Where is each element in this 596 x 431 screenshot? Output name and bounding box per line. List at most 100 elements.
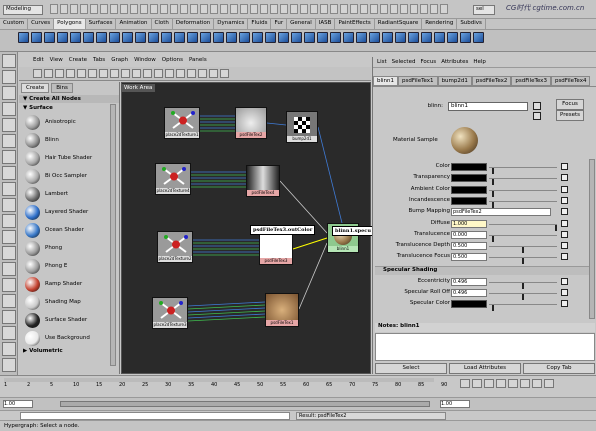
shelf-tool-icon[interactable] (447, 32, 458, 43)
node-list-item[interactable]: Blinn (19, 131, 119, 149)
shelf-tool-icon[interactable] (343, 32, 354, 43)
node-list-item[interactable]: Use Background (19, 329, 119, 347)
hypergraph-tool-icon[interactable] (44, 69, 53, 78)
shelf-tool-icon[interactable] (421, 32, 432, 43)
attr-menu-item[interactable]: Help (473, 59, 486, 65)
tool-button[interactable] (2, 198, 16, 212)
node-list-item[interactable]: Hair Tube Shader (19, 149, 119, 167)
shelf-tab-item[interactable]: General (287, 19, 316, 29)
attr-slider-knob[interactable] (522, 247, 524, 254)
toolbar-icon[interactable] (290, 4, 298, 14)
toolbar-icon[interactable] (70, 4, 78, 14)
mel-input[interactable] (20, 412, 290, 420)
node-list-item[interactable]: Surface Shader (19, 311, 119, 329)
attr-color-swatch[interactable] (451, 163, 487, 171)
shelf-tool-icon[interactable] (83, 32, 94, 43)
attr-color-swatch[interactable] (451, 300, 487, 309)
shelf-tool-icon[interactable] (31, 32, 42, 43)
attr-slider-knob[interactable] (492, 190, 495, 197)
toolbar-icon[interactable] (240, 4, 248, 14)
graph-node-p4[interactable]: place2dTexture3 (152, 297, 188, 329)
attr-slider[interactable] (489, 167, 557, 174)
hypergraph-tool-icon[interactable] (209, 69, 218, 78)
toolbar-icon[interactable] (370, 4, 378, 14)
specular-shading-header[interactable]: Specular Shading (375, 265, 595, 275)
attr-editor-scrollbar[interactable] (589, 159, 595, 319)
shelf-tab-item[interactable]: Dynamics (214, 19, 249, 29)
map-button-icon[interactable] (561, 174, 568, 182)
shelf-tool-icon[interactable] (122, 32, 133, 43)
hypergraph-tool-icon[interactable] (66, 69, 75, 78)
toolbar-icon[interactable] (320, 4, 328, 14)
presets-button[interactable]: Presets (556, 110, 584, 121)
node-list-item[interactable]: Shading Map (19, 293, 119, 311)
tool-button[interactable] (2, 150, 16, 164)
toolbar-icon[interactable] (260, 4, 268, 14)
tool-button[interactable] (2, 294, 16, 308)
hypergraph-menu-item[interactable]: View (50, 57, 63, 67)
shelf-tab-item[interactable]: Curves (28, 19, 55, 29)
toolbar-icon[interactable] (180, 4, 188, 14)
map-button-icon[interactable] (561, 219, 568, 227)
shelf-tool-icon[interactable] (226, 32, 237, 43)
attr-value-field[interactable]: 0.496 (451, 289, 487, 297)
tool-button[interactable] (2, 342, 16, 356)
node-list-item[interactable]: Lambert (19, 185, 119, 203)
toolbar-icon[interactable] (100, 4, 108, 14)
attr-tab[interactable]: psdFileTex3 (511, 76, 551, 86)
attr-text-field[interactable]: psdFileTex2 (451, 208, 551, 217)
hypergraph-tool-icon[interactable] (143, 69, 152, 78)
attr-value-field[interactable]: 0.496 (451, 277, 487, 286)
tool-button[interactable] (2, 102, 16, 116)
attr-slider-knob[interactable] (492, 201, 495, 208)
tool-button[interactable] (2, 246, 16, 260)
tool-button[interactable] (2, 70, 16, 84)
playback-button[interactable] (484, 379, 494, 388)
attr-menu-item[interactable]: Selected (392, 59, 416, 65)
shelf-tab-item[interactable]: Rendering (422, 19, 458, 29)
attr-slider-knob[interactable] (492, 305, 495, 312)
shelf-tool-icon[interactable] (148, 32, 159, 43)
attr-menu-item[interactable]: Focus (420, 59, 436, 65)
toolbar-icon[interactable] (440, 4, 448, 14)
tool-button[interactable] (2, 54, 16, 68)
node-list-item[interactable]: Layered Shader (19, 203, 119, 221)
shelf-tool-icon[interactable] (278, 32, 289, 43)
toolbar-icon[interactable] (160, 4, 168, 14)
tool-button[interactable] (2, 166, 16, 180)
hypergraph-menu-item[interactable]: Options (162, 57, 183, 67)
shelf-tab-item[interactable]: RadiantSquare (375, 19, 423, 29)
toolbar-icon[interactable] (410, 4, 418, 14)
toolbar-icon[interactable] (200, 4, 208, 14)
surface-header[interactable]: ▼ Surface (19, 103, 119, 113)
hypergraph-menu-item[interactable]: Window (134, 57, 156, 67)
attr-value-field[interactable]: 0.000 (451, 230, 487, 239)
shelf-tool-icon[interactable] (109, 32, 120, 43)
presets-icon[interactable] (533, 112, 541, 120)
playback-button[interactable] (520, 379, 530, 388)
toolbar-icon[interactable] (380, 4, 388, 14)
attr-slider-knob[interactable] (522, 258, 524, 265)
attr-slider-knob[interactable] (522, 294, 524, 300)
tool-button[interactable] (2, 134, 16, 148)
shelf-tool-icon[interactable] (70, 32, 81, 43)
hypergraph-tool-icon[interactable] (187, 69, 196, 78)
shelf-tool-icon[interactable] (395, 32, 406, 43)
shelf-tab-item[interactable]: Custom (0, 19, 29, 29)
shelf-tool-icon[interactable] (200, 32, 211, 43)
toolbar-icon[interactable] (300, 4, 308, 14)
hypergraph-menu-item[interactable]: Edit (33, 57, 44, 67)
shelf-tool-icon[interactable] (161, 32, 172, 43)
hypergraph-tool-icon[interactable] (77, 69, 86, 78)
attr-slider-knob[interactable] (492, 235, 495, 242)
selection-field[interactable]: sel (473, 5, 495, 15)
toolbar-icon[interactable] (170, 4, 178, 14)
map-button-icon[interactable] (561, 196, 568, 204)
attr-slider[interactable] (489, 234, 557, 242)
attr-slider[interactable] (489, 246, 557, 254)
tool-button[interactable] (2, 358, 16, 372)
shelf-tool-icon[interactable] (460, 32, 471, 43)
playback-button[interactable] (496, 379, 506, 388)
attr-value-field[interactable]: 0.500 (451, 253, 487, 262)
map-button-icon[interactable] (561, 185, 568, 193)
